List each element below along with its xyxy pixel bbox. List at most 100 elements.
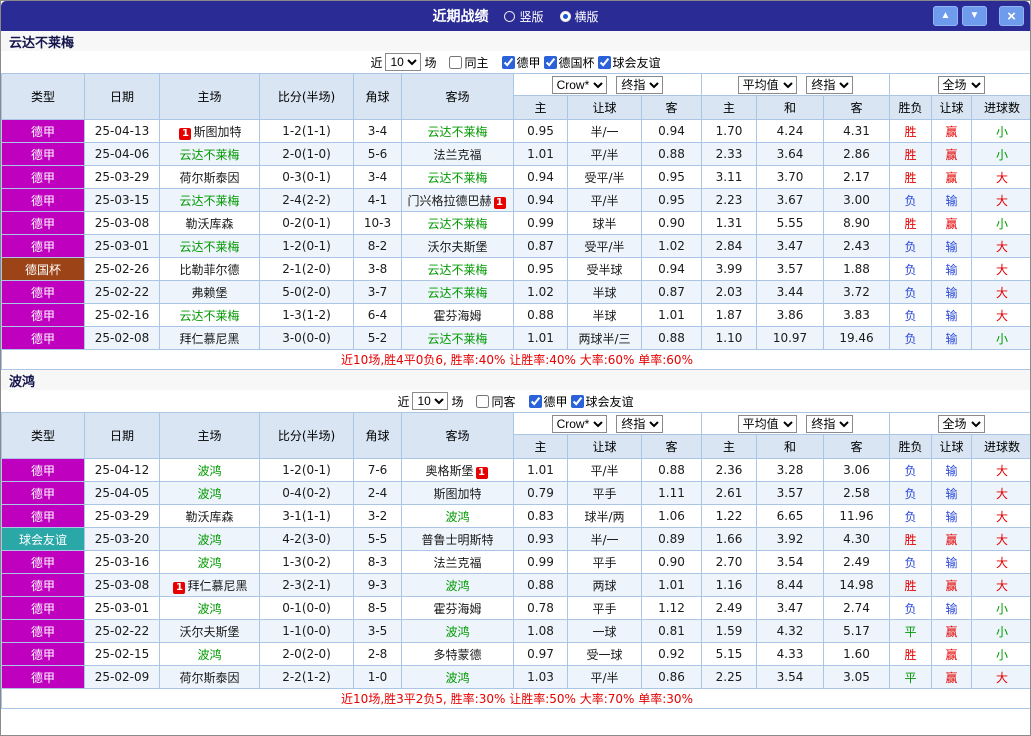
home-team-cell: 云达不莱梅 [159, 303, 260, 327]
handicap-cell: 平手 [567, 550, 642, 574]
handicap-cell: 受平/半 [567, 165, 642, 189]
avg-draw-cell: 3.47 [756, 596, 824, 620]
team-name: 波鸿 [197, 532, 222, 547]
avg-away-cell: 2.86 [822, 142, 891, 166]
handicap-cell: 两球 [567, 573, 642, 597]
home-odds-cell: 0.83 [513, 504, 568, 528]
comp-filter-dfb-pokal[interactable]: 德国杯 [543, 54, 595, 71]
scope-select[interactable]: 全场 [937, 75, 985, 94]
avg-away-cell: 3.72 [822, 280, 891, 304]
comp-checkbox[interactable] [528, 394, 542, 408]
handicap-cell: 一球 [567, 619, 642, 643]
comp-checkbox[interactable] [501, 55, 515, 69]
layout-vertical-radio[interactable]: 竖版 [504, 8, 544, 25]
filter-games-label: 场 [424, 55, 437, 70]
scope-select[interactable]: 全场 [937, 414, 985, 433]
team-name: 法兰克福 [433, 147, 482, 162]
odds-stage-select[interactable]: 终指 [616, 414, 664, 433]
match-row: 德甲 25-02-08 拜仁慕尼黑 3-0(0-0) 5-2 云达不莱梅 1.01 两球半/三… [1, 326, 1030, 350]
same-venue-checkbox[interactable] [476, 394, 490, 408]
date-cell: 25-03-01 [84, 234, 160, 258]
odds-stage-select[interactable]: 终指 [616, 75, 664, 94]
match-row: 德甲 25-04-12 波鸿 1-2(0-1) 7-6 奥格斯堡 1 1.01 平/半 0.88 2… [1, 458, 1030, 482]
avg-odds-select[interactable]: 平均值 [737, 414, 797, 433]
comp-checkbox[interactable] [570, 394, 584, 408]
col-header-avg-away: 客 [822, 95, 891, 120]
avg-odds-select[interactable]: 平均值 [737, 75, 797, 94]
competition-cell: 德甲 [1, 326, 85, 350]
match-row: 德甲 25-03-29 勒沃库森 3-1(1-1) 3-2 波鸿 0.83 球半/两 1.06 1… [1, 504, 1030, 528]
comp-checkbox[interactable] [597, 55, 611, 69]
avg-home-cell: 1.22 [701, 504, 757, 528]
home-team-cell: 沃尔夫斯堡 [159, 619, 260, 643]
result-cell: 负 [889, 481, 933, 505]
team-name: 门兴格拉德巴赫 [407, 193, 492, 208]
score-cell: 1-1(0-0) [259, 619, 354, 643]
home-odds-cell: 0.95 [513, 257, 568, 281]
comp-filter-bundesliga[interactable]: 德甲 [501, 54, 541, 71]
corners-cell: 3-8 [353, 257, 402, 281]
handicap-result-cell: 输 [931, 303, 973, 327]
col-header-date: 日期 [84, 73, 160, 120]
team-name: 荷尔斯泰因 [179, 170, 240, 185]
team-name: 波鸿 [197, 555, 222, 570]
team-name: 云达不莱梅 [427, 170, 488, 185]
comp-checkbox[interactable] [543, 55, 557, 69]
same-venue-checkbox-item[interactable]: 同客 [476, 393, 516, 410]
goals-cell: 小 [971, 619, 1030, 643]
handicap-result-cell: 赢 [931, 573, 973, 597]
comp-filter-bundesliga[interactable]: 德甲 [528, 393, 568, 410]
handicap-cell: 平/半 [567, 665, 642, 689]
match-row: 德甲 25-04-06 云达不莱梅 2-0(1-0) 5-6 法兰克福 1.01 平/半 0.8… [1, 142, 1030, 166]
odds-source-select[interactable]: Crow* [551, 414, 607, 433]
date-cell: 25-02-16 [84, 303, 160, 327]
same-venue-checkbox-item[interactable]: 同主 [449, 54, 489, 71]
move-down-button[interactable]: ▼ [962, 6, 987, 26]
avg-draw-cell: 10.97 [756, 326, 824, 350]
avg-draw-cell: 3.47 [756, 234, 824, 258]
match-count-select[interactable]: 10 [385, 53, 422, 71]
competition-cell: 德甲 [1, 504, 85, 528]
date-cell: 25-02-22 [84, 619, 160, 643]
team-name: 勒沃库森 [185, 509, 234, 524]
comp-filter-friendly[interactable]: 球会友谊 [597, 54, 661, 71]
layout-horizontal-radio[interactable]: 横版 [559, 8, 599, 25]
handicap-cell: 平/半 [567, 142, 642, 166]
away-odds-cell: 0.92 [641, 642, 702, 666]
score-cell: 0-4(0-2) [259, 481, 354, 505]
matches-table: 类型 日期 主场 比分(半场) 角球 客场 Crow* 终指 平均值 终指 全场… [1, 412, 1030, 709]
avg-away-cell: 3.00 [822, 188, 891, 212]
corners-cell: 4-1 [353, 188, 402, 212]
home-odds-cell: 0.87 [513, 234, 568, 258]
team-name: 霍芬海姆 [433, 601, 482, 616]
comp-filter-friendly[interactable]: 球会友谊 [570, 393, 634, 410]
avg-away-cell: 19.46 [822, 326, 891, 350]
handicap-cell: 平手 [567, 596, 642, 620]
avg-stage-select[interactable]: 终指 [806, 414, 854, 433]
handicap-result-cell: 输 [931, 458, 973, 482]
home-team-cell: 云达不莱梅 [159, 188, 260, 212]
avg-stage-select[interactable]: 终指 [806, 75, 854, 94]
odds-source-select[interactable]: Crow* [551, 75, 607, 94]
match-count-select[interactable]: 10 [412, 392, 449, 410]
handicap-cell: 平手 [567, 481, 642, 505]
goals-cell: 小 [971, 596, 1030, 620]
corners-cell: 5-6 [353, 142, 402, 166]
col-header-goals: 进球数 [971, 95, 1030, 120]
corners-cell: 3-7 [353, 280, 402, 304]
score-cell: 2-2(1-2) [259, 665, 354, 689]
corners-cell: 10-3 [353, 211, 402, 235]
score-cell: 4-2(3-0) [259, 527, 354, 551]
competition-cell: 德甲 [1, 665, 85, 689]
home-odds-cell: 0.88 [513, 303, 568, 327]
same-venue-checkbox[interactable] [449, 55, 463, 69]
filter-games-label: 场 [451, 394, 464, 409]
close-button[interactable]: × [999, 6, 1024, 26]
col-header-away: 客场 [401, 412, 514, 459]
corners-cell: 5-5 [353, 527, 402, 551]
avg-home-cell: 1.59 [701, 619, 757, 643]
result-cell: 胜 [889, 642, 933, 666]
avg-draw-cell: 3.86 [756, 303, 824, 327]
date-cell: 25-03-20 [84, 527, 160, 551]
move-up-button[interactable]: ▲ [933, 6, 958, 26]
